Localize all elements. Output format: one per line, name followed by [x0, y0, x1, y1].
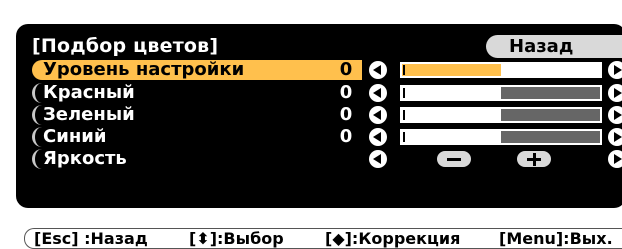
slider-fill [402, 64, 501, 76]
row-green[interactable]: Зеленый 0 [32, 105, 622, 125]
plus-icon[interactable] [517, 151, 551, 167]
row-brightness[interactable]: Яркость [32, 149, 622, 169]
row-value: 0 [339, 104, 353, 125]
arrow-right-icon[interactable] [608, 150, 622, 168]
footer-adjust-hint: [◆]:Коррекция [325, 229, 461, 248]
row-red[interactable]: Красный 0 [32, 83, 622, 103]
level-slider[interactable] [400, 62, 602, 78]
row-label: Яркость [32, 149, 262, 169]
row-label: Зеленый [32, 105, 262, 125]
panel-title: [Подбор цветов] [32, 35, 219, 57]
row-label: Синий [32, 127, 262, 147]
color-matching-panel: [Подбор цветов] Назад Уровень настройки … [16, 24, 622, 208]
arrow-left-icon[interactable] [369, 128, 387, 146]
slider-fill [402, 109, 501, 121]
row-value: 0 [339, 82, 353, 103]
arrow-right-icon[interactable] [608, 61, 622, 79]
key-guide-bar: [Esc] :Назад [⬍]:Выбор [◆]:Коррекция [Me… [24, 228, 622, 249]
red-slider[interactable] [400, 85, 602, 101]
minus-icon[interactable] [437, 151, 471, 167]
row-adjust-level[interactable]: Уровень настройки 0 [32, 60, 622, 80]
arrow-left-icon[interactable] [369, 150, 387, 168]
arrow-left-icon[interactable] [369, 61, 387, 79]
footer-back-hint: [Esc] :Назад [34, 229, 148, 248]
blue-slider[interactable] [400, 129, 602, 145]
row-label: Красный [32, 83, 262, 103]
arrow-left-icon[interactable] [369, 84, 387, 102]
footer-select-hint: [⬍]:Выбор [189, 229, 284, 248]
green-slider[interactable] [400, 107, 602, 123]
arrow-right-icon[interactable] [608, 84, 622, 102]
back-button[interactable]: Назад [486, 35, 622, 58]
slider-fill [402, 87, 501, 99]
row-value: 0 [339, 59, 353, 80]
slider-fill [402, 131, 501, 143]
row-blue[interactable]: Синий 0 [32, 127, 622, 147]
arrow-right-icon[interactable] [608, 106, 622, 124]
row-label: Уровень настройки [32, 60, 362, 80]
arrow-right-icon[interactable] [608, 128, 622, 146]
footer-exit-hint: [Menu]:Вых. [499, 229, 613, 248]
arrow-left-icon[interactable] [369, 106, 387, 124]
row-value: 0 [339, 126, 353, 147]
